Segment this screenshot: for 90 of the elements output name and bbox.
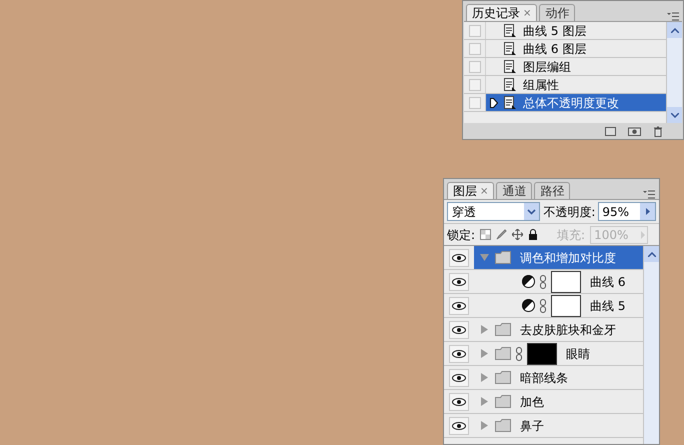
eye-icon xyxy=(452,350,466,358)
document-icon xyxy=(504,42,517,56)
trash-icon[interactable] xyxy=(653,126,663,136)
adjustment-icon xyxy=(522,299,535,312)
eye-icon xyxy=(452,302,466,310)
layer-name: 暗部线条 xyxy=(520,370,568,386)
layer-name: 曲线 6 xyxy=(590,274,626,290)
opacity-label: 不透明度: xyxy=(543,204,596,220)
folder-icon xyxy=(495,419,511,432)
state-pointer-icon xyxy=(490,98,498,108)
layer-name: 加色 xyxy=(520,394,544,410)
expand-arrow-icon[interactable] xyxy=(480,421,490,430)
eye-icon xyxy=(452,326,466,334)
document-icon xyxy=(504,60,517,74)
history-label: 图层编组 xyxy=(523,58,571,76)
eye-icon xyxy=(452,278,466,286)
document-icon xyxy=(504,96,517,110)
visibility-toggle[interactable] xyxy=(449,416,469,434)
layer-name: 调色和增加对比度 xyxy=(520,250,616,266)
snapshot-checkbox[interactable] xyxy=(468,60,480,72)
lock-icon[interactable] xyxy=(528,229,538,240)
history-label: 总体不透明度更改 xyxy=(523,94,619,112)
panel-tab[interactable]: 历史记录 × xyxy=(466,4,538,21)
layer-name: 眼睛 xyxy=(566,346,590,362)
panel-tab[interactable]: 路径 xyxy=(534,182,570,199)
document-icon xyxy=(504,24,517,38)
history-item[interactable]: 组属性 xyxy=(486,76,666,93)
fill-label: 填充: xyxy=(557,226,586,244)
adjustment-icon xyxy=(522,275,535,288)
history-item[interactable]: 曲线 6 图层 xyxy=(486,40,666,57)
snapshot-checkbox[interactable] xyxy=(468,24,480,36)
slider-arrow-icon xyxy=(639,230,648,238)
panel-menu-icon[interactable] xyxy=(643,190,655,199)
eye-icon xyxy=(452,422,466,430)
expand-arrow-icon[interactable] xyxy=(480,325,490,334)
scroll-up-icon[interactable] xyxy=(670,28,678,32)
snapshot-checkbox[interactable] xyxy=(468,42,480,54)
eye-icon xyxy=(452,254,466,262)
visibility-toggle[interactable] xyxy=(449,272,469,290)
visibility-toggle[interactable] xyxy=(449,248,469,266)
visibility-toggle[interactable] xyxy=(449,296,469,314)
visibility-toggle[interactable] xyxy=(449,320,469,338)
history-item[interactable]: 总体不透明度更改 xyxy=(486,94,666,111)
close-icon[interactable]: × xyxy=(480,184,488,198)
folder-icon xyxy=(495,371,511,384)
scroll-down-icon[interactable] xyxy=(670,112,678,118)
lock-transparency-icon[interactable] xyxy=(480,229,492,240)
blend-mode-dropdown[interactable]: 穿透 xyxy=(447,202,540,221)
history-item[interactable]: 曲线 5 图层 xyxy=(486,22,666,39)
panel-tab[interactable]: 通道 xyxy=(496,182,532,199)
visibility-toggle[interactable] xyxy=(449,368,469,386)
chain-icon xyxy=(516,346,522,360)
camera-icon[interactable] xyxy=(628,126,641,136)
snapshot-checkbox[interactable] xyxy=(468,96,480,108)
document-icon xyxy=(504,78,517,92)
history-label: 曲线 6 图层 xyxy=(523,40,586,58)
layer-row[interactable]: 调色和增加对比度 xyxy=(474,246,643,269)
history-label: 曲线 5 图层 xyxy=(523,22,586,40)
panel-tab[interactable]: 图层 × xyxy=(447,182,494,199)
chain-icon xyxy=(540,298,546,312)
new-document-icon[interactable] xyxy=(605,126,616,136)
history-item[interactable]: 图层编组 xyxy=(486,58,666,75)
eye-icon xyxy=(452,374,466,382)
layer-name: 鼻子 xyxy=(520,418,544,434)
move-icon[interactable] xyxy=(512,229,524,240)
expand-arrow-icon[interactable] xyxy=(480,397,490,406)
panel-tab[interactable]: 动作 xyxy=(539,4,576,21)
folder-icon xyxy=(495,395,511,408)
dropdown-caret-icon xyxy=(524,203,540,220)
folder-icon xyxy=(495,347,511,360)
fill-field: 100% xyxy=(590,226,648,244)
expand-arrow-icon[interactable] xyxy=(480,349,490,358)
scrollbar[interactable] xyxy=(666,22,682,123)
panel-menu-icon[interactable] xyxy=(667,12,679,21)
scrollbar[interactable] xyxy=(643,246,659,444)
opacity-field[interactable]: 95% xyxy=(598,202,656,221)
layer-name: 去皮肤脏块和金牙 xyxy=(520,322,616,338)
visibility-toggle[interactable] xyxy=(449,344,469,362)
eye-icon xyxy=(452,398,466,406)
lock-label: 锁定: xyxy=(447,226,476,244)
scroll-up-icon[interactable] xyxy=(648,252,656,256)
expand-arrow-icon[interactable] xyxy=(480,373,490,382)
chain-icon xyxy=(540,274,546,288)
layer-name: 曲线 5 xyxy=(590,298,626,314)
visibility-toggle[interactable] xyxy=(449,392,469,410)
close-icon[interactable]: × xyxy=(523,6,532,20)
folder-icon xyxy=(495,323,511,336)
folder-icon xyxy=(495,251,511,264)
history-label: 组属性 xyxy=(523,76,559,94)
snapshot-checkbox[interactable] xyxy=(468,78,480,90)
